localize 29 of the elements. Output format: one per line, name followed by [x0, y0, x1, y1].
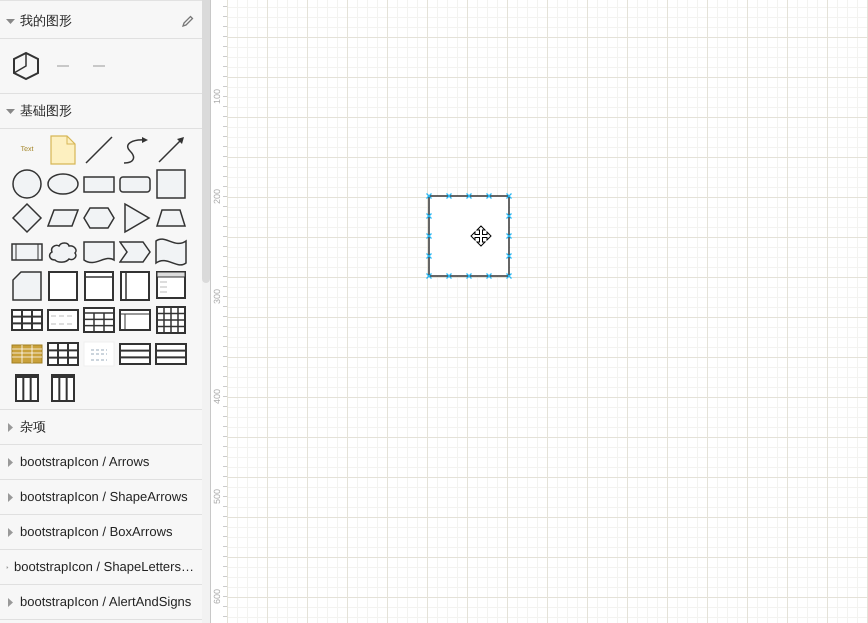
line-icon[interactable]: [83, 134, 115, 166]
ruler-label: 300: [212, 288, 222, 304]
ruler-label: 400: [212, 388, 222, 404]
section-title: bootstrapIcon / ShapeArrows: [20, 488, 189, 506]
ruler-label: 100: [212, 88, 222, 104]
section-title: bootstrapIcon / BoxArrows: [20, 523, 174, 542]
table-icon[interactable]: [83, 304, 115, 336]
scrollbar-thumb[interactable]: [202, 0, 210, 283]
edit-icon[interactable]: [182, 15, 194, 27]
section-title: bootstrapIcon / ShapeLetters…: [14, 558, 194, 576]
circle-icon[interactable]: [11, 168, 43, 200]
move-cursor-icon: [470, 225, 492, 247]
section-title: 我的图形: [20, 12, 73, 30]
ruler-label: 500: [212, 488, 222, 504]
swimlane-icon[interactable]: [119, 270, 151, 302]
section-title: bootstrapIcon / AlertAndSigns: [20, 593, 192, 612]
tape-icon[interactable]: [155, 236, 187, 268]
frame-icon[interactable]: [47, 270, 79, 302]
ruler-label: 200: [212, 188, 222, 204]
card-icon[interactable]: [11, 270, 43, 302]
section-title: 基础图形: [20, 102, 73, 120]
square-icon[interactable]: [155, 168, 187, 200]
ruler-label: 600: [212, 588, 222, 604]
section-title: 杂项: [20, 418, 47, 436]
section-title: bootstrapIcon / Arrows: [20, 453, 150, 472]
diamond-icon[interactable]: [11, 202, 43, 234]
container-icon[interactable]: [83, 270, 115, 302]
table-icon[interactable]: [155, 304, 187, 336]
list-icon[interactable]: [155, 270, 187, 302]
